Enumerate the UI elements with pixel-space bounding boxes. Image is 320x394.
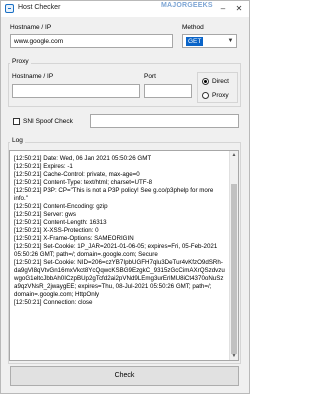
proxy-host-label: Hostname / IP [12, 73, 54, 80]
sni-spoof-label[interactable]: SNI Spoof Check [23, 118, 73, 125]
log-line: [12:50:21] Set-Cookie: NID=206=czYB7IpbU… [14, 259, 225, 298]
log-scrollbar[interactable]: ▲ ▼ [229, 151, 238, 360]
proxy-group-title: Proxy [10, 58, 31, 65]
scroll-thumb[interactable] [231, 184, 237, 354]
log-line: [12:50:21] X-XSS-Protection: 0 [14, 227, 99, 234]
log-line: [12:50:21] Cache-Control: private, max-a… [14, 171, 140, 178]
log-line: [12:50:21] Content-Encoding: gzip [14, 203, 108, 210]
log-group-title: Log [10, 137, 25, 144]
host-checker-window: Host Checker MAJORGEEKS – ✕ Hostname / I… [0, 0, 250, 394]
chevron-down-icon[interactable]: ▼ [225, 35, 236, 47]
hostname-label: Hostname / IP [10, 24, 52, 31]
direct-radio[interactable] [202, 78, 209, 85]
proxy-radio[interactable] [202, 92, 209, 99]
sni-spoof-checkbox[interactable] [13, 118, 20, 125]
log-line: [12:50:21] Expires: -1 [14, 163, 73, 170]
watermark-logo: MAJORGEEKS [161, 2, 213, 9]
log-line: [12:50:21] Date: Wed, 06 Jan 2021 05:50:… [14, 155, 152, 162]
proxy-port-label: Port [144, 73, 156, 80]
hostname-input[interactable]: www.google.com [10, 34, 173, 48]
check-button[interactable]: Check [10, 366, 239, 386]
scroll-up-icon[interactable]: ▲ [230, 151, 238, 159]
method-select[interactable]: GET ▼ [182, 34, 237, 48]
log-textarea[interactable]: [12:50:21] Date: Wed, 06 Jan 2021 05:50:… [9, 150, 239, 361]
proxy-port-input[interactable] [144, 84, 192, 98]
log-line: [12:50:21] X-Frame-Options: SAMEORIGIN [14, 235, 134, 242]
app-icon [5, 4, 14, 13]
title-bar: Host Checker MAJORGEEKS – ✕ [1, 1, 249, 17]
minimize-button[interactable]: – [217, 3, 229, 14]
direct-radio-label[interactable]: Direct [212, 78, 229, 85]
scroll-down-icon[interactable]: ▼ [230, 352, 238, 360]
close-icon[interactable]: ✕ [233, 3, 245, 14]
proxy-radio-label[interactable]: Proxy [212, 92, 229, 99]
log-line: [12:50:21] Set-Cookie: 1P_JAR=2021-01-06… [14, 243, 218, 258]
method-label: Method [182, 24, 204, 31]
proxy-host-input[interactable] [12, 84, 140, 98]
log-lines: [12:50:21] Date: Wed, 06 Jan 2021 05:50:… [14, 155, 226, 307]
log-line: [12:50:21] P3P: CP="This is not a P3P po… [14, 187, 214, 202]
sni-spoof-input[interactable] [90, 114, 239, 128]
log-line: [12:50:21] Connection: close [14, 299, 93, 306]
window-title: Host Checker [18, 4, 61, 11]
method-selected-value: GET [186, 37, 204, 46]
log-line: [12:50:21] Content-Type: text/html; char… [14, 179, 153, 186]
log-line: [12:50:21] Server: gws [14, 211, 76, 218]
log-line: [12:50:21] Content-Length: 16313 [14, 219, 107, 226]
